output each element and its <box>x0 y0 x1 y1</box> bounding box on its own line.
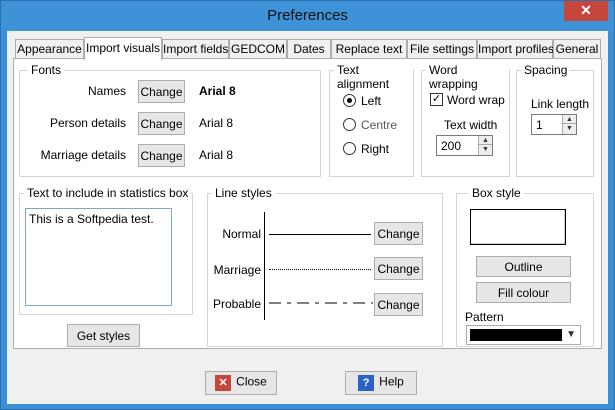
close-icon: ✕ <box>580 2 592 18</box>
statistics-textarea[interactable]: This is a Softpedia test. <box>25 208 172 306</box>
names-change-button[interactable]: Change <box>138 80 185 103</box>
text-alignment-label: Text alignment <box>334 63 413 91</box>
text-alignment-group: Text alignment Left Centre Right <box>329 63 414 177</box>
link-length-value: 1 <box>536 118 543 132</box>
tab-appearance[interactable]: Appearance <box>15 39 84 58</box>
probable-line-label: Probable <box>212 297 261 311</box>
line-styles-label: Line styles <box>212 186 275 200</box>
align-left-radio[interactable] <box>343 94 356 107</box>
probable-line-change-button[interactable]: Change <box>374 293 423 316</box>
names-label: Names <box>87 84 126 98</box>
word-wrap-checkbox[interactable]: ✓ <box>430 93 443 106</box>
marriage-line-sample <box>269 269 371 270</box>
align-left-label: Left <box>361 94 382 108</box>
pattern-swatch <box>470 329 562 341</box>
spin-up-icon[interactable]: ▲ <box>563 115 576 124</box>
title-bar: Preferences ✕ <box>1 1 614 31</box>
fonts-group-label: Fonts <box>28 63 65 77</box>
marriage-details-font-value: Arial 8 <box>199 148 234 162</box>
word-wrap-label: Word wrap <box>447 93 505 107</box>
help-icon: ? <box>358 375 375 391</box>
tab-file-settings[interactable]: File settings <box>407 39 477 58</box>
tab-general[interactable]: General <box>553 39 601 58</box>
statistics-label: Text to include in statistics box <box>24 186 192 200</box>
spin-down-icon[interactable]: ▼ <box>479 145 492 154</box>
outline-button[interactable]: Outline <box>476 256 571 277</box>
tab-import-fields[interactable]: Import fields <box>162 39 229 58</box>
align-right-label: Right <box>361 142 390 156</box>
link-length-label: Link length <box>531 97 590 111</box>
close-button[interactable]: ✕ Close <box>205 371 277 395</box>
tab-dates[interactable]: Dates <box>287 39 331 58</box>
marriage-details-label: Marriage details <box>40 148 126 162</box>
align-right-radio[interactable] <box>343 142 356 155</box>
pattern-select[interactable]: ▼ <box>466 325 581 345</box>
text-width-spinner[interactable]: 200 ▲ ▼ <box>436 135 493 156</box>
marriage-line-change-button[interactable]: Change <box>374 257 423 280</box>
normal-line-label: Normal <box>222 227 261 241</box>
chevron-down-icon: ▼ <box>566 329 576 340</box>
close-button-label: Close <box>236 374 267 389</box>
box-style-label: Box style <box>469 186 524 200</box>
import-visuals-panel: Fonts Names Change Arial 8 Person detail… <box>13 58 602 349</box>
window-title: Preferences <box>267 7 348 24</box>
tab-import-profiles[interactable]: Import profiles <box>477 39 554 58</box>
tab-gedcom[interactable]: GEDCOM <box>229 39 287 58</box>
word-wrapping-group: Word wrapping ✓ Word wrap Text width 200… <box>421 63 510 177</box>
link-length-spinner[interactable]: 1 ▲ ▼ <box>531 114 577 135</box>
statistics-group: Text to include in statistics box This i… <box>19 186 193 315</box>
text-width-label: Text width <box>444 118 498 132</box>
help-button-label: Help <box>379 374 404 389</box>
tab-import-visuals[interactable]: Import visuals <box>84 37 162 60</box>
normal-line-change-button[interactable]: Change <box>374 222 423 245</box>
names-font-value: Arial 8 <box>199 84 236 98</box>
box-style-preview <box>470 209 566 245</box>
fill-colour-button[interactable]: Fill colour <box>476 282 571 303</box>
align-centre-radio[interactable] <box>343 118 356 131</box>
tab-replace-text[interactable]: Replace text <box>331 39 407 58</box>
get-styles-button[interactable]: Get styles <box>67 324 140 347</box>
box-style-group: Box style Outline Fill colour Pattern ▼ <box>456 186 594 347</box>
line-styles-group: Line styles Normal Change Marriage Chang… <box>207 186 443 347</box>
spin-down-icon[interactable]: ▼ <box>563 124 576 133</box>
help-button[interactable]: ? Help <box>345 371 417 395</box>
spacing-label: Spacing <box>521 63 571 77</box>
person-details-font-value: Arial 8 <box>199 116 234 130</box>
probable-line-sample <box>269 302 373 304</box>
pattern-label: Pattern <box>465 310 504 324</box>
line-styles-axis <box>264 212 265 320</box>
person-details-change-button[interactable]: Change <box>138 112 185 135</box>
text-width-value: 200 <box>441 139 462 153</box>
window-close-button[interactable]: ✕ <box>564 1 608 21</box>
spin-up-icon[interactable]: ▲ <box>479 136 492 145</box>
dialog-client-area: Appearance Import visuals Import fields … <box>7 31 608 404</box>
person-details-label: Person details <box>49 116 126 130</box>
close-icon: ✕ <box>215 375 232 391</box>
spacing-group: Spacing Link length 1 ▲ ▼ <box>516 63 594 177</box>
align-centre-label: Centre <box>361 118 398 132</box>
marriage-line-label: Marriage <box>213 263 261 277</box>
preferences-window: Preferences ✕ Appearance Import visuals … <box>0 0 615 410</box>
fonts-group: Fonts Names Change Arial 8 Person detail… <box>19 63 321 177</box>
marriage-details-change-button[interactable]: Change <box>138 144 185 167</box>
normal-line-sample <box>269 234 371 235</box>
word-wrapping-label: Word wrapping <box>426 63 509 91</box>
